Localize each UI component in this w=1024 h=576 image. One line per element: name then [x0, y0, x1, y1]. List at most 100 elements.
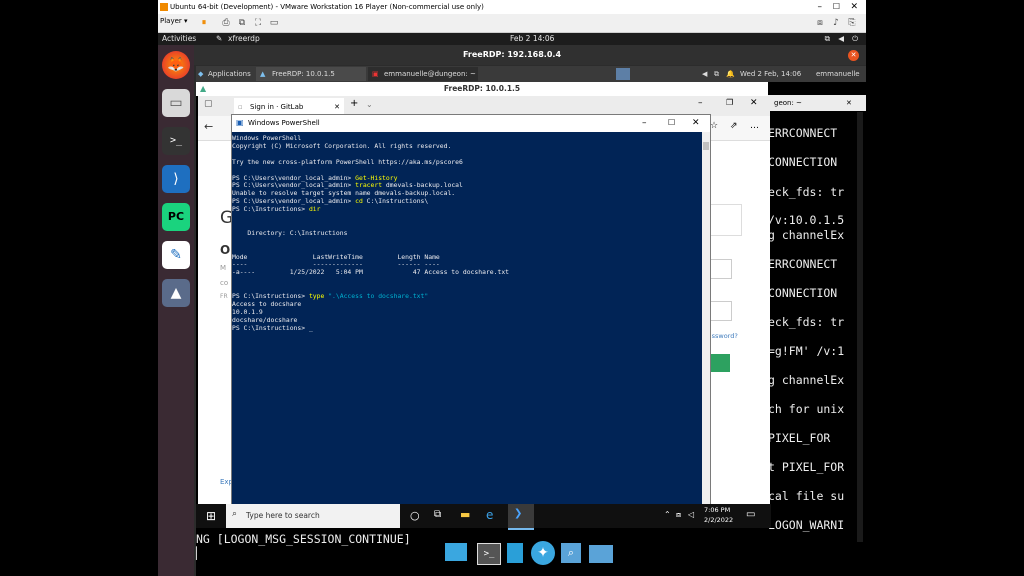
- console-line: Mode LastWriteTime Length Name: [232, 253, 440, 261]
- edge-close-icon[interactable]: ✕: [750, 98, 758, 108]
- tab-list-icon[interactable]: ⌄: [366, 100, 373, 109]
- page-text-3: FR: [220, 293, 228, 300]
- more-icon[interactable]: …: [750, 121, 759, 131]
- close-icon[interactable]: ✕: [850, 0, 858, 14]
- usb-icon[interactable]: ⎘: [846, 17, 858, 29]
- console-text: Windows PowerShell: [232, 134, 302, 142]
- show-desktop-icon[interactable]: [445, 543, 467, 561]
- clock[interactable]: Feb 2 14:06: [510, 33, 554, 45]
- console-line: Windows PowerShell: [232, 134, 301, 142]
- dock-terminal-icon[interactable]: >_: [477, 543, 501, 565]
- console-text: cd: [355, 197, 363, 206]
- taskbar-time[interactable]: 7:06 PM: [704, 506, 730, 514]
- player-menu[interactable]: Player ▾: [160, 17, 188, 25]
- network-icon[interactable]: ⧈: [814, 17, 826, 29]
- action-center-icon[interactable]: ▭: [746, 509, 755, 520]
- username-input[interactable]: [708, 259, 732, 279]
- panel-clock[interactable]: Wed 2 Feb, 14:06: [740, 66, 801, 82]
- tray-network-icon[interactable]: ⧈: [676, 510, 681, 520]
- powershell-taskbar-icon: ❯: [514, 508, 523, 519]
- powershell-scrollbar[interactable]: [702, 132, 710, 507]
- console-text: type: [308, 292, 325, 300]
- text-editor-icon[interactable]: ✎: [162, 241, 190, 269]
- dock-search-icon[interactable]: ⌕: [561, 543, 581, 563]
- terminal-line: g channelEx: [768, 228, 845, 242]
- signin-button[interactable]: [708, 354, 730, 372]
- ps-maximize-icon[interactable]: ☐: [668, 115, 675, 131]
- dock-folder-icon[interactable]: [589, 545, 613, 563]
- share-icon[interactable]: ⇗: [730, 121, 738, 131]
- task-view-icon[interactable]: ⧉: [434, 509, 441, 520]
- network-panel-icon[interactable]: ⧉: [714, 66, 719, 82]
- tray-chevron-icon[interactable]: ⌃: [664, 510, 671, 519]
- console-line: docshare/docshare: [232, 316, 297, 324]
- start-icon[interactable]: ⊞: [206, 509, 216, 523]
- console-text: Get-History: [355, 173, 398, 182]
- taskbar-date[interactable]: 2/2/2022: [704, 516, 733, 524]
- dock-files-icon[interactable]: [507, 543, 523, 563]
- edge-maximize-icon[interactable]: ❐: [726, 98, 733, 107]
- files-icon[interactable]: ▭: [162, 89, 190, 117]
- edge-taskbar-icon[interactable]: e: [486, 508, 493, 522]
- powershell-taskbar-button[interactable]: ❯: [508, 504, 534, 530]
- vmware-titlebar: Ubuntu 64-bit (Development) - VMware Wor…: [158, 0, 866, 14]
- ps-minimize-icon[interactable]: –: [642, 115, 647, 131]
- terminal-line: g channelEx: [768, 373, 845, 387]
- scrollbar-thumb[interactable]: [703, 142, 709, 150]
- console-text: C:\Instructions\: [362, 197, 429, 206]
- network-status-icon[interactable]: ⧉: [825, 33, 830, 45]
- search-placeholder: Type here to search: [246, 511, 320, 520]
- fullscreen-icon[interactable]: ⛶: [252, 17, 264, 29]
- maximize-icon[interactable]: ☐: [833, 0, 840, 14]
- back-icon[interactable]: ←: [204, 120, 213, 133]
- password-input[interactable]: [708, 301, 732, 321]
- applications-menu[interactable]: Applications: [208, 66, 251, 82]
- console-text: PS C:\Instructions>: [232, 323, 309, 332]
- dock-browser-icon[interactable]: ✦: [531, 541, 555, 565]
- taskbar-search[interactable]: ⌕ Type here to search: [226, 504, 400, 528]
- console-text: docshare/docshare: [232, 315, 298, 324]
- unity-icon[interactable]: ▭: [268, 17, 280, 29]
- vscode-icon[interactable]: ⟩: [162, 165, 190, 193]
- volume-panel-icon[interactable]: ◀: [702, 66, 707, 82]
- send-ctrl-alt-del-icon[interactable]: ⎙: [220, 17, 232, 29]
- workspace-switcher[interactable]: [616, 68, 630, 80]
- console-text: PS C:\Instructions>: [232, 205, 309, 214]
- power-icon[interactable]: ⏻: [852, 33, 858, 45]
- terminal-scrollbar[interactable]: [857, 112, 863, 542]
- file-explorer-icon[interactable]: ▬: [460, 508, 470, 521]
- app-menu[interactable]: xfreerdp: [228, 33, 260, 45]
- powershell-titlebar: ▣ Windows PowerShell – ☐ ✕: [232, 115, 710, 131]
- minimize-icon[interactable]: –: [818, 0, 823, 14]
- pycharm-icon[interactable]: PC: [162, 203, 190, 231]
- firefox-icon[interactable]: 🦊: [162, 51, 190, 79]
- task-terminal-label: emmanuelle@dungeon: ~: [384, 70, 476, 78]
- console-line: ---- ------------- ------ ----: [232, 260, 440, 268]
- notifications-icon[interactable]: 🔔: [726, 66, 735, 82]
- applications-icon: ◆: [198, 70, 204, 78]
- cortana-icon[interactable]: ○: [410, 509, 420, 522]
- terminal-body[interactable]: ERRCONNECT CONNECTION eck_fds: tr /v:10.…: [768, 112, 858, 532]
- terminal-close-icon[interactable]: ✕: [846, 95, 852, 111]
- edge-minimize-icon[interactable]: –: [698, 98, 703, 108]
- powershell-console[interactable]: Windows PowerShell Copyright (C) Microsof…: [232, 132, 702, 507]
- freerdp-icon[interactable]: ▲: [162, 279, 190, 307]
- volume-icon[interactable]: ◀: [838, 33, 844, 45]
- console-text: 10.0.1.9: [232, 307, 263, 316]
- panel-user[interactable]: emmanuelle: [816, 66, 860, 82]
- freerdp-inner-title: FreeRDP: 10.0.1.5: [196, 82, 768, 96]
- freerdp-close-icon[interactable]: ✕: [848, 50, 859, 61]
- tray-volume-icon[interactable]: ◁: [688, 510, 694, 519]
- new-tab-icon[interactable]: +: [350, 98, 358, 109]
- ps-close-icon[interactable]: ✕: [692, 115, 700, 131]
- sound-card-icon[interactable]: ♪: [830, 17, 842, 29]
- console-text: _: [308, 323, 313, 332]
- collections-icon[interactable]: ☆: [710, 121, 718, 131]
- terminal-line: eck_fds: tr: [768, 315, 845, 329]
- windows-taskbar: ⊞ ⌕ Type here to search ○ ⧉ ▬ e ❯ ⌃ ⧈ ◁ …: [196, 504, 771, 530]
- terminal-icon[interactable]: >_: [162, 127, 190, 155]
- removable-devices-icon[interactable]: ⧉: [236, 17, 248, 29]
- tab-actions-icon[interactable]: ▢: [204, 99, 213, 109]
- pause-icon[interactable]: ⏸: [198, 17, 210, 29]
- activities-button[interactable]: Activities: [162, 33, 196, 45]
